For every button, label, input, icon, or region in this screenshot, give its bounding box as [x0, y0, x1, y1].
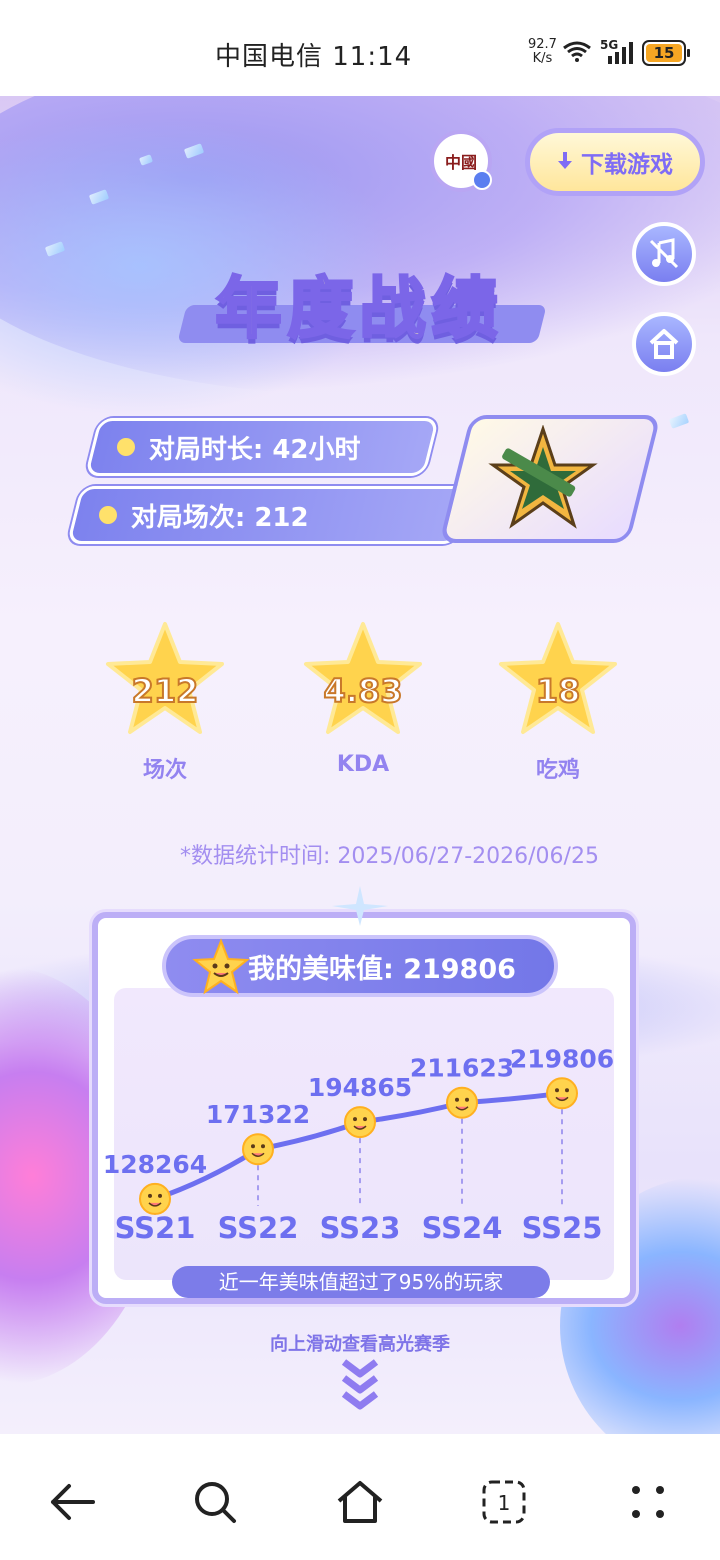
x-tick-label: SS24 [422, 1211, 503, 1245]
x-tick-label: SS21 [115, 1211, 196, 1245]
score-label: 我的美味值: 219806 [248, 953, 516, 985]
home-nav-button[interactable] [330, 1472, 390, 1532]
scroll-hint: 向上滑动查看高光赛季 [270, 1334, 450, 1355]
matches-label: 对局场次: 212 [131, 502, 309, 533]
data-label: 171322 [206, 1100, 310, 1129]
back-button[interactable] [42, 1472, 102, 1532]
duration-pill: 对局时长: 42小时 [84, 418, 440, 476]
home-icon [649, 329, 679, 359]
star-label: KDA [336, 752, 390, 777]
download-icon [557, 152, 573, 172]
data-point [446, 1086, 478, 1119]
matches-pill: 对局场次: 212 [66, 486, 472, 544]
data-label: 194865 [308, 1073, 412, 1102]
net-speed: 92.7 K/s [528, 38, 557, 66]
chevron-down-icon[interactable] [340, 1358, 380, 1414]
star-value: 4.83 [323, 671, 404, 711]
star-label: 吃鸡 [535, 758, 580, 783]
duration-label: 对局时长: 42小时 [149, 434, 361, 465]
score-line-chart: 128264 SS21 171322 SS22 194865 SS23 211623 SS24… [103, 1044, 614, 1245]
tabs-icon: 1 [482, 1480, 526, 1524]
battery-icon: 15 [642, 40, 690, 66]
data-label: 211623 [410, 1054, 514, 1083]
switch-icon [472, 170, 492, 190]
smiley-star-icon [192, 938, 250, 995]
menu-button[interactable] [618, 1472, 678, 1532]
stat-star-matches: 212 场次 [90, 620, 240, 783]
rank-emblem-icon [488, 425, 598, 529]
bullet-dot [117, 438, 135, 456]
data-point [546, 1077, 578, 1110]
signal-icon [608, 42, 633, 64]
x-tick-label: SS23 [320, 1211, 401, 1245]
wifi-icon [563, 41, 591, 62]
bullet-dot [99, 506, 117, 524]
music-off-icon [649, 238, 679, 269]
tabs-button[interactable]: 1 [474, 1472, 534, 1532]
data-point [242, 1133, 274, 1166]
net-speed-value: 92.7 [528, 37, 557, 52]
star-value: 18 [535, 671, 582, 711]
net-speed-unit: K/s [532, 51, 553, 66]
stat-period-note: *数据统计时间: 2025/06/27-2026/06/25 [180, 844, 599, 869]
tabs-count: 1 [498, 1491, 511, 1515]
star-value: 212 [131, 671, 200, 711]
search-button[interactable] [185, 1472, 245, 1532]
home-outline-icon [337, 1481, 383, 1523]
data-label: 128264 [103, 1150, 207, 1179]
data-point [344, 1106, 376, 1139]
game-logo-badge[interactable]: 中國 [430, 130, 492, 192]
logo-text: 中國 [444, 153, 477, 172]
stat-star-wins: 18 吃鸡 [483, 620, 633, 783]
download-label: 下载游戏 [581, 152, 673, 178]
x-tick-label: SS25 [522, 1211, 603, 1245]
page-title-text: 年度战绩 [214, 269, 504, 349]
summary-banner: 近一年美味值超过了95%的玩家 [172, 1266, 550, 1298]
carrier-time: 中国电信 11:14 [215, 42, 413, 72]
data-label: 219806 [510, 1044, 614, 1073]
data-point [139, 1182, 171, 1215]
star-label: 场次 [142, 758, 187, 783]
menu-dots-icon [632, 1486, 664, 1518]
snowflake-icon [332, 886, 388, 926]
browser-bottom-nav: 1 [0, 1434, 720, 1560]
music-toggle-button[interactable] [632, 222, 696, 286]
stat-star-kda: 4.83 KDA [288, 620, 438, 780]
x-tick-label: SS22 [218, 1211, 299, 1245]
page-title: 年度战绩 [172, 255, 547, 349]
status-bar: 中国电信 11:14 92.7 K/s 5G 15 [0, 0, 720, 96]
download-game-button[interactable]: 下载游戏 [525, 128, 705, 196]
back-arrow-icon [51, 1484, 95, 1520]
home-button[interactable] [632, 312, 696, 376]
search-icon [195, 1482, 236, 1523]
battery-level: 15 [646, 44, 682, 62]
